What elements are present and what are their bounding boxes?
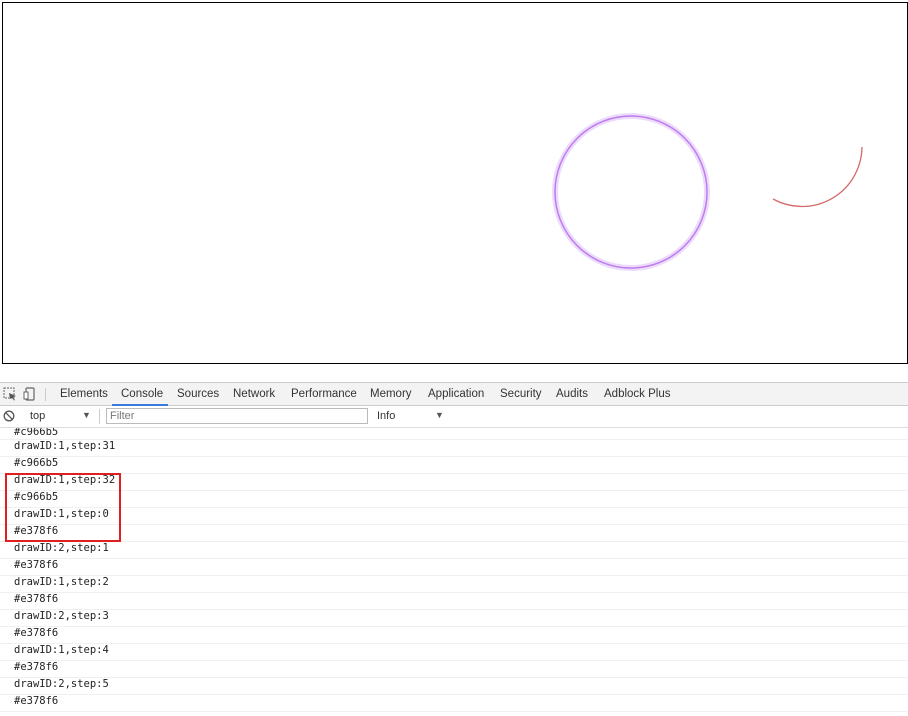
- log-level-selector[interactable]: Info: [377, 410, 395, 422]
- log-line: drawID:1,step:4: [0, 644, 908, 661]
- log-line: #e378f6: [0, 695, 908, 712]
- tab-performance[interactable]: Performance: [291, 388, 357, 400]
- tab-audits[interactable]: Audits: [556, 388, 588, 400]
- tab-security[interactable]: Security: [500, 388, 542, 400]
- log-line: #c966b5: [0, 428, 908, 440]
- console-log: #c966b5 drawID:1,step:31 #c966b5 drawID:…: [0, 428, 908, 716]
- log-line: #e378f6: [0, 525, 908, 542]
- log-line: drawID:1,step:31: [0, 440, 908, 457]
- purple-circle-glow: [552, 113, 710, 271]
- canvas-area: [2, 2, 908, 364]
- log-line: drawID:2,step:5: [0, 678, 908, 695]
- log-line: #c966b5: [0, 491, 908, 508]
- tab-console[interactable]: Console: [121, 388, 163, 400]
- tab-sources[interactable]: Sources: [177, 388, 219, 400]
- device-toggle-icon[interactable]: [23, 387, 37, 401]
- tab-memory[interactable]: Memory: [370, 388, 412, 400]
- tab-network[interactable]: Network: [233, 388, 275, 400]
- tab-elements[interactable]: Elements: [60, 388, 108, 400]
- tab-adblock-plus[interactable]: Adblock Plus: [604, 388, 670, 400]
- console-filterbar: top ▼ Info ▼: [0, 406, 908, 428]
- log-line: #e378f6: [0, 559, 908, 576]
- inspect-element-icon[interactable]: [3, 387, 17, 401]
- log-line: drawID:1,step:2: [0, 576, 908, 593]
- log-line: drawID:2,step:3: [0, 610, 908, 627]
- red-arc: [772, 146, 863, 208]
- context-selector[interactable]: top: [30, 410, 45, 422]
- log-line: #e378f6: [0, 593, 908, 610]
- clear-console-icon[interactable]: [3, 410, 15, 422]
- log-line: #e378f6: [0, 661, 908, 678]
- log-line: #e378f6: [0, 627, 908, 644]
- log-line: drawID:1,step:0: [0, 508, 908, 525]
- log-line: drawID:1,step:32: [0, 474, 908, 491]
- log-line: #c966b5: [0, 457, 908, 474]
- devtools-tabbar: Elements Console Sources Network Perform…: [0, 382, 908, 406]
- chevron-down-icon[interactable]: ▼: [82, 410, 91, 420]
- tabbar-separator: [45, 388, 46, 401]
- filter-input[interactable]: [106, 408, 368, 424]
- chevron-down-icon[interactable]: ▼: [435, 410, 444, 420]
- filterbar-separator: [99, 409, 100, 424]
- canvas-drawing: [552, 113, 863, 271]
- tab-application[interactable]: Application: [428, 388, 484, 400]
- log-line: drawID:2,step:1: [0, 542, 908, 559]
- devtools-panel: Elements Console Sources Network Perform…: [0, 382, 908, 716]
